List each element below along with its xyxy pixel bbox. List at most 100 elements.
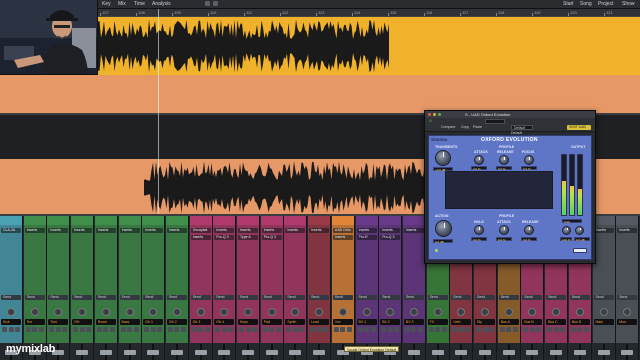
mix-knob[interactable] [562,226,571,235]
mute-button[interactable] [2,327,7,332]
insert-slot[interactable]: Pro-Q 3 [380,235,401,240]
hold-knob[interactable] [474,225,484,235]
channel-color-header[interactable] [165,216,188,225]
mute-button[interactable] [25,327,31,332]
insert-slot[interactable]: Type A [238,235,258,240]
channel-name-tag[interactable]: Bus A [498,319,519,325]
channel-name-tag[interactable]: Gtr 2 [166,319,187,325]
channel-name-tag[interactable]: Gtr 3 [190,319,211,325]
insert-slot[interactable]: UAD Oxfo [332,228,353,233]
volume-fader-cap[interactable] [76,350,89,355]
channel-color-header[interactable] [237,216,259,225]
channel-color-header[interactable] [331,216,354,225]
solo-button[interactable] [506,327,512,332]
send-slot[interactable]: Send [332,295,353,300]
menu-item-start[interactable]: Start [563,1,574,7]
channel-name-tag[interactable]: BV 2 [380,319,401,325]
mute-button[interactable] [310,327,316,332]
record-arm-button[interactable] [583,327,589,332]
solo-button[interactable] [553,327,559,332]
menu-item-mix[interactable]: Mix [118,1,126,7]
mute-button[interactable] [547,327,553,332]
solo-button[interactable] [601,327,606,332]
volume-fader-cap[interactable] [526,350,539,355]
send-slot[interactable]: Send [1,295,21,300]
volume-fader-cap[interactable] [147,350,160,355]
mute-button[interactable] [618,327,624,332]
track-lane-1[interactable] [98,17,640,75]
volume-fader-cap[interactable] [265,350,278,355]
mixer-channel-strip[interactable]: Inserts Pro-Q 3 Send Pad [260,216,284,360]
record-arm-button[interactable] [536,327,542,332]
channel-color-header[interactable] [308,216,331,225]
record-arm-button[interactable] [157,327,163,332]
link-button[interactable] [573,248,587,253]
mute-button[interactable] [452,327,458,332]
solo-button[interactable] [8,327,14,332]
channel-color-header[interactable] [355,216,378,225]
playhead-cursor[interactable] [158,9,159,214]
solo-button[interactable] [340,327,346,332]
channel-name-tag[interactable]: Bus D [569,319,590,325]
mixer-channel-strip[interactable]: Inserts Send Mon [616,216,640,360]
insert-slot[interactable]: Inserts [238,228,258,233]
solo-button[interactable] [221,327,227,332]
mute-button[interactable] [404,327,410,332]
channel-name-tag[interactable]: Main [593,319,614,325]
mute-button[interactable] [286,327,292,332]
gain-knob[interactable] [435,150,451,166]
uad-badge[interactable]: VISIT UAD [567,125,591,130]
channel-name-tag[interactable]: Pad [261,319,282,325]
record-arm-button[interactable] [204,327,210,332]
insert-slot[interactable]: Inserts [261,228,282,233]
record-arm-button[interactable] [560,327,566,332]
channel-name-tag[interactable]: Gtr 4 [214,319,235,325]
mute-button[interactable] [333,327,339,332]
send-slot[interactable]: Send [24,295,45,300]
mixer-channel-strip[interactable]: Inserts Pro-Q 3 Send BV 2 [379,216,403,360]
record-arm-button[interactable] [441,327,447,332]
solo-button[interactable] [150,327,156,332]
volume-fader-cap[interactable] [502,350,515,355]
channel-name-tag[interactable]: Verb [451,319,472,325]
volume-fader-cap[interactable] [242,350,254,355]
solo-button[interactable] [32,327,38,332]
channel-name-tag[interactable]: BV 3 [403,319,424,325]
pan-knob[interactable] [30,308,39,316]
mixer-channel-strip[interactable]: Inserts Send OH [71,216,95,360]
insert-slot[interactable]: Inserts [48,228,69,233]
channel-name-tag[interactable]: OH [72,319,93,325]
mixer-channel-strip[interactable]: Inserts Send Bass [118,216,142,360]
insert-slot[interactable]: Inserts [332,235,353,240]
record-arm-button[interactable] [370,327,376,332]
insert-slot[interactable]: CLA-2A [1,228,21,233]
solo-button[interactable] [624,327,630,332]
channel-name-tag[interactable]: Tom [48,319,69,325]
send-slot[interactable]: Send [285,295,306,300]
solo-button[interactable] [245,327,251,332]
channel-name-tag[interactable]: Dly [475,319,495,325]
mixer-channel-strip[interactable]: Decapitat Inserts Send Gtr 3 [189,216,213,360]
send-slot[interactable]: Send [403,295,424,300]
solo-button[interactable] [458,327,464,332]
mute-button[interactable] [570,327,576,332]
insert-slot[interactable]: Inserts [403,228,424,233]
channel-name-tag[interactable]: Lead [309,319,330,325]
minimize-icon[interactable] [433,113,436,116]
pan-knob[interactable] [7,308,15,316]
solo-button[interactable] [127,327,132,332]
channel-name-tag[interactable]: Gtr 1 [143,319,164,325]
send-slot[interactable]: Send [593,295,614,300]
volume-fader-cap[interactable] [194,350,207,355]
channel-color-header[interactable] [284,216,307,225]
insert-slot[interactable]: Inserts [214,228,235,233]
pan-knob[interactable] [101,308,110,316]
record-arm-button[interactable] [133,327,139,332]
send-slot[interactable]: Send [522,295,543,300]
mute-button[interactable] [381,327,387,332]
volume-fader-cap[interactable] [573,350,586,355]
insert-slot[interactable]: Inserts [190,235,211,240]
compare-button[interactable]: Compare [441,125,455,129]
plugin-window[interactable]: S - UAD Oxford Evolution ⏻ Compare Copy … [424,110,596,264]
copy-button[interactable]: Copy [461,125,469,129]
